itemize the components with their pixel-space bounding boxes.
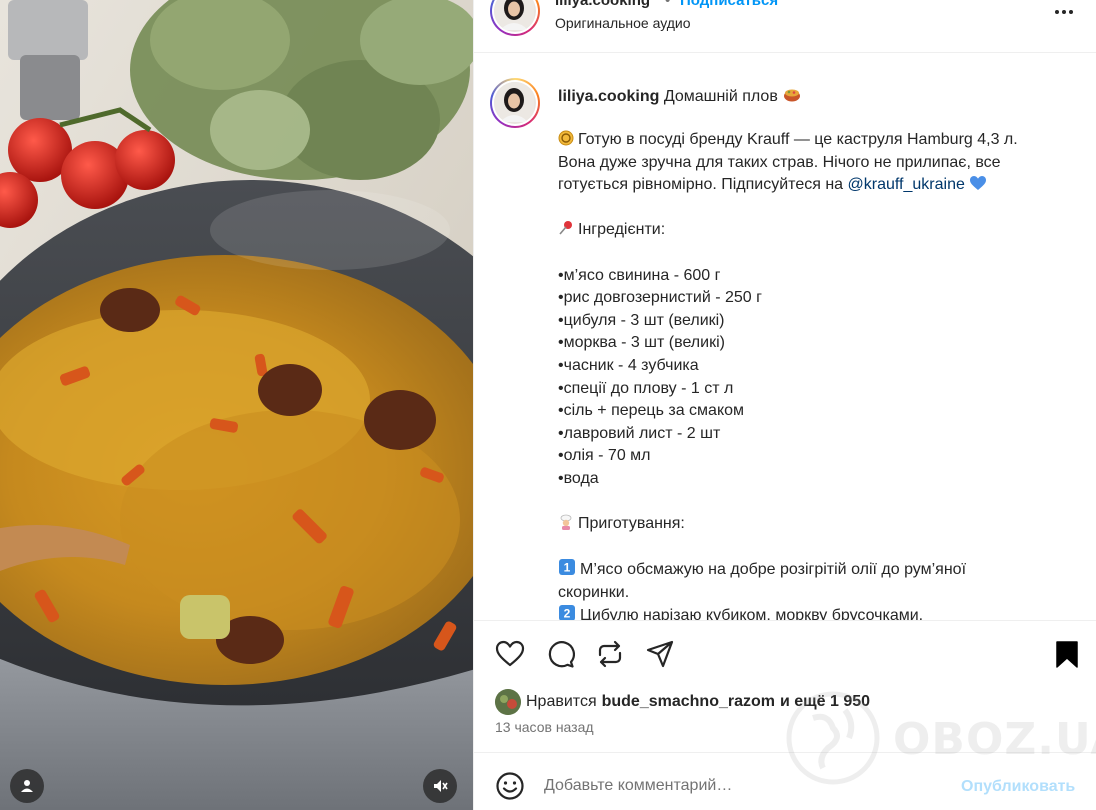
- caption-line: •морква - 3 шт (великі): [558, 332, 1078, 355]
- caption-line: •цибуля - 3 шт (великі): [558, 310, 1078, 333]
- caption-line: Готую в посуді бренду Krauff — це кастру…: [558, 129, 1078, 152]
- cook-emoji-icon: [560, 514, 572, 531]
- more-options-icon[interactable]: [1052, 2, 1076, 22]
- caption-line-text: Готую в посуді бренду Krauff — це кастру…: [578, 131, 1018, 148]
- caption-line: Приготування:: [558, 513, 1078, 536]
- liker-avatar-image: [495, 689, 521, 715]
- caption-line-text: •сіль + перець за смаком: [558, 402, 745, 420]
- share-icon[interactable]: [645, 639, 675, 669]
- caption-heading: liliya.cooking Домашній плов: [558, 85, 806, 106]
- svg-text:1: 1: [564, 561, 571, 575]
- pot-emoji-icon: [784, 89, 801, 102]
- svg-text:2: 2: [564, 607, 571, 620]
- repost-icon[interactable]: [595, 639, 625, 669]
- caption-line: •сіль + перець за смаком: [558, 400, 1078, 423]
- caption-line: •м’ясо свинина - 600 г: [558, 265, 1078, 288]
- caption-line: 1 М’ясо обсмажую на добре розігрітій олії…: [558, 558, 1078, 582]
- caption-line: скоринки.: [558, 582, 1078, 605]
- liker-avatar[interactable]: [495, 689, 521, 715]
- user-tags-button[interactable]: [10, 769, 44, 803]
- like-heart-icon[interactable]: [495, 639, 525, 669]
- comment-bar: Опубликовать: [474, 752, 1096, 810]
- avatar-portrait: [494, 0, 534, 30]
- caption-line: Інгредієнти:: [558, 219, 1078, 242]
- post-actions: Нравится bude_smachno_razom и ещё 1 950 …: [474, 620, 1096, 752]
- post-video[interactable]: [0, 0, 473, 810]
- avatar-portrait: [494, 82, 534, 122]
- caption-line-text: •олія - 70 мл: [558, 447, 651, 465]
- caption-line-text: скоринки.: [558, 583, 630, 601]
- likes-summary: Нравится bude_smachno_razom и ещё 1 950: [495, 689, 870, 715]
- emoji-picker-icon[interactable]: [495, 771, 525, 801]
- comment-input[interactable]: [544, 771, 944, 801]
- caption-line-text: М’ясо обсмажую на добре розігрітій олії …: [580, 561, 967, 579]
- caption-text: Готую в посуді бренду Krauff — це кастру…: [558, 129, 1078, 620]
- coin-emoji-icon: [558, 130, 574, 146]
- blue-heart-emoji-icon: [969, 176, 986, 191]
- author-avatar[interactable]: [490, 0, 540, 36]
- caption-line-text: Цибулю нарізаю кубиком, моркву брусочкам…: [580, 607, 924, 620]
- comment-icon[interactable]: [545, 639, 575, 669]
- post-details: liliya.cooking • Подписаться Оригинально…: [473, 0, 1096, 810]
- caption-line-text: •цибуля - 3 шт (великі): [558, 311, 725, 329]
- mute-icon: [434, 780, 448, 792]
- caption-line: [558, 536, 1078, 559]
- caption-title: Домашній плов: [663, 88, 778, 105]
- caption-line: •олія - 70 мл: [558, 445, 1078, 468]
- caption-line-text: Вона дуже зручна для таких страв. Нічого…: [558, 153, 1001, 171]
- caption-line-text: •спеції до плову - 1 ст л: [558, 379, 734, 397]
- caption-line: •рис довгозернистий - 250 г: [558, 287, 1078, 310]
- caption-line: •лавровий лист - 2 шт: [558, 423, 1078, 446]
- likes-prefix: Нравится: [526, 693, 597, 710]
- caption-username[interactable]: liliya.cooking: [558, 88, 659, 105]
- post-header: liliya.cooking • Подписаться Оригинально…: [474, 0, 1096, 53]
- caption-line: •спеції до плову - 1 ст л: [558, 378, 1078, 401]
- caption-line-text: Інгредієнти:: [578, 221, 666, 239]
- user-tag-icon: [21, 780, 33, 792]
- bookmark-icon[interactable]: [1052, 639, 1082, 669]
- caption-line: Вона дуже зручна для таких страв. Нічого…: [558, 152, 1078, 175]
- liker-username[interactable]: bude_smachno_razom: [602, 693, 775, 711]
- post-timestamp[interactable]: 13 часов назад: [495, 719, 594, 735]
- likes-count[interactable]: и ещё 1 950: [780, 693, 870, 711]
- header-separator: •: [665, 0, 671, 9]
- caption-author-avatar[interactable]: [490, 78, 540, 128]
- keycap-one-icon: 1: [559, 559, 575, 576]
- caption-line-text: •рис довгозернистий - 250 г: [558, 289, 762, 307]
- caption-line: готується рівномірно. Підписуйтеся на @k…: [558, 174, 1078, 197]
- follow-button[interactable]: Подписаться: [680, 0, 778, 9]
- caption-line: 2 Цибулю нарізаю кубиком, моркву брусочка…: [558, 604, 1078, 620]
- keycap-two-icon: 2: [559, 605, 575, 620]
- caption-line-text: •лавровий лист - 2 шт: [558, 424, 721, 442]
- caption-line-text: •вода: [558, 469, 599, 487]
- post-caption: liliya.cooking Домашній плов Готую в пос…: [474, 54, 1096, 620]
- pilaf-video-frame: [0, 0, 473, 810]
- caption-line: •вода: [558, 468, 1078, 491]
- caption-line-text: •морква - 3 шт (великі): [558, 334, 725, 352]
- author-username[interactable]: liliya.cooking: [555, 0, 650, 9]
- post-modal: liliya.cooking • Подписаться Оригинально…: [0, 0, 1096, 810]
- caption-line: [558, 491, 1078, 514]
- caption-line: [558, 242, 1078, 265]
- caption-line: [558, 197, 1078, 220]
- caption-line-text: готується рівномірно. Підписуйтеся на: [558, 176, 848, 194]
- caption-line-text: •часник - 4 зубчика: [558, 356, 699, 374]
- mute-button[interactable]: [423, 769, 457, 803]
- brand-mention-link[interactable]: @krauff_ukraine: [848, 176, 965, 193]
- pushpin-emoji-icon: [559, 221, 572, 235]
- caption-line-text: Приготування:: [578, 515, 685, 533]
- caption-line: •часник - 4 зубчика: [558, 355, 1078, 378]
- caption-line-text: •м’ясо свинина - 600 г: [558, 266, 721, 284]
- original-audio-link[interactable]: Оригинальное аудио: [555, 15, 691, 31]
- post-comment-button[interactable]: Опубликовать: [961, 778, 1075, 796]
